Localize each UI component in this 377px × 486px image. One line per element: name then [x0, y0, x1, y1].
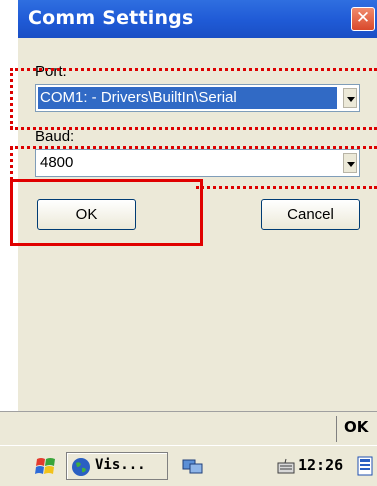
taskbar-app-button[interactable]: Vis...: [66, 452, 168, 480]
port-label: Port:: [35, 63, 67, 80]
dropdown-arrow-icon[interactable]: [343, 88, 357, 108]
taskbar-app-label: Vis...: [95, 457, 146, 473]
softkey-divider: [336, 416, 337, 442]
baud-dropdown[interactable]: 4800: [35, 149, 360, 177]
softkey-ok-button[interactable]: OK: [344, 418, 368, 436]
port-dropdown-value: COM1: - Drivers\BuiltIn\Serial: [38, 87, 337, 109]
keyboard-icon[interactable]: [277, 458, 295, 474]
softkey-bar: OK: [0, 411, 377, 445]
port-dropdown[interactable]: COM1: - Drivers\BuiltIn\Serial: [35, 84, 360, 112]
title-bar: Comm Settings ✕: [18, 0, 377, 38]
annotation-highlight-box: [10, 179, 203, 246]
clock[interactable]: 12:26: [298, 456, 343, 474]
window-title: Comm Settings: [28, 7, 194, 29]
close-button[interactable]: ✕: [351, 7, 375, 31]
annotation-dotted-line: [10, 146, 377, 149]
baud-dropdown-value: 4800: [40, 154, 74, 171]
annotation-dotted-line: [10, 68, 13, 129]
baud-label: Baud:: [35, 128, 75, 145]
annotation-dotted-line: [196, 186, 377, 189]
close-icon: ✕: [355, 8, 371, 28]
cancel-button[interactable]: Cancel: [261, 199, 360, 230]
network-icon[interactable]: [181, 456, 205, 476]
windows-start-icon[interactable]: [34, 456, 58, 478]
annotation-dotted-line: [10, 68, 377, 71]
taskbar: Vis... 12:26: [0, 445, 377, 486]
desktop-icon[interactable]: [356, 455, 374, 477]
globe-icon: [72, 458, 90, 476]
annotation-dotted-line: [10, 127, 377, 130]
dropdown-arrow-icon[interactable]: [343, 153, 357, 173]
